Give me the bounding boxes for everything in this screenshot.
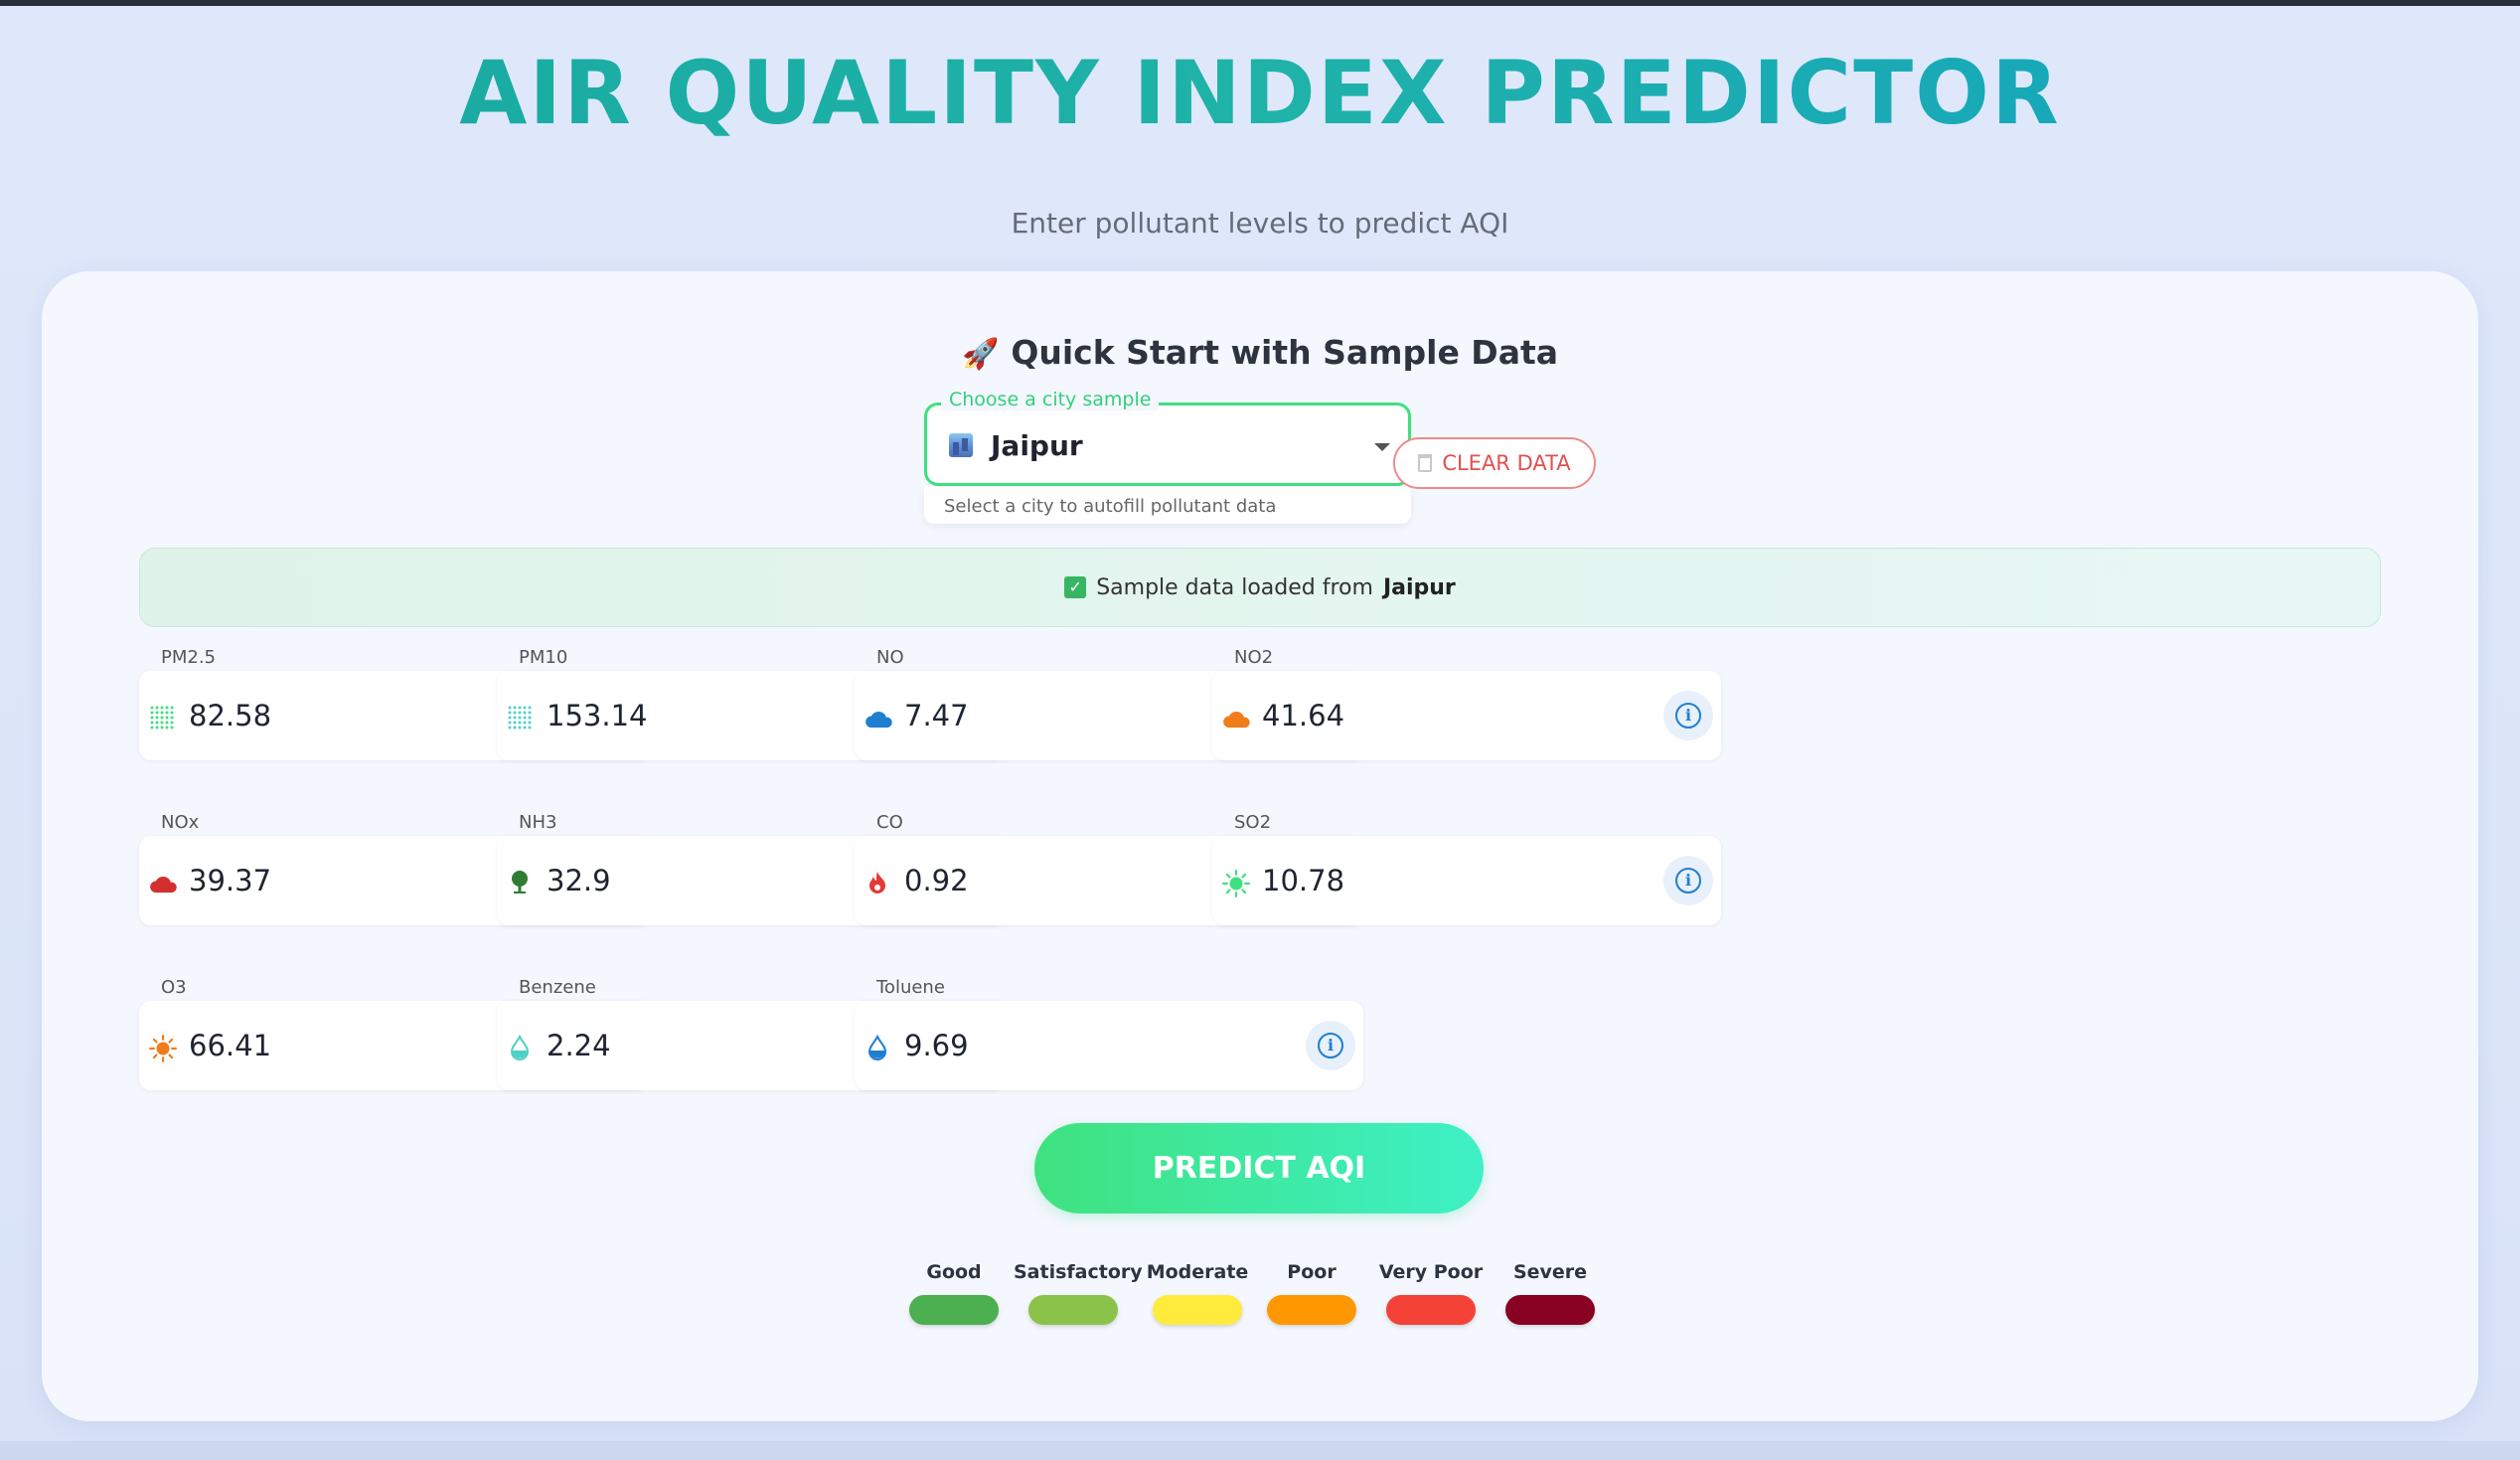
- city-sample-select[interactable]: Choose a city sample Jaipur: [924, 389, 1411, 486]
- sun-icon: [1222, 870, 1250, 897]
- pollutant-label: Benzene: [519, 977, 596, 998]
- cloud-icon: [149, 870, 177, 895]
- aqi-legend-label: Severe: [1512, 1261, 1588, 1283]
- pollutant-input[interactable]: 10.78 i: [1212, 836, 1721, 925]
- pollutant-label: NOx: [161, 812, 200, 833]
- pollutant-field-so2: SO2 10.78 i: [1212, 812, 1721, 925]
- quick-start-title: Quick Start with Sample Data: [1011, 333, 1559, 372]
- pollutant-value: 41.64: [1262, 699, 1345, 732]
- aqi-legend-label: Good: [926, 1261, 982, 1283]
- pollutant-value: 2.24: [547, 1029, 611, 1062]
- drop-icon: [507, 1034, 533, 1060]
- aqi-legend-swatch: [1505, 1295, 1595, 1325]
- checkbox-check-icon: ✓: [1064, 576, 1087, 598]
- pollutant-field-toluene: Toluene 9.69 i: [855, 977, 1363, 1090]
- info-button[interactable]: i: [1663, 691, 1713, 740]
- chevron-down-icon[interactable]: [1374, 443, 1390, 451]
- quick-start-heading: 🚀 Quick Start with Sample Data: [42, 333, 2478, 372]
- pollutant-input[interactable]: 9.69 i: [855, 1001, 1363, 1090]
- pollutant-label: PM10: [519, 647, 568, 668]
- pollutant-label: CO: [876, 812, 903, 833]
- aqi-legend-swatch: [1153, 1295, 1242, 1325]
- cloud-icon: [865, 705, 892, 730]
- aqi-legend-item: Satisfactory: [1014, 1261, 1143, 1325]
- pollutant-label: PM2.5: [161, 647, 217, 668]
- pollutant-label: Toluene: [876, 977, 945, 998]
- pollutant-label: O3: [161, 977, 187, 998]
- top-edge-bar: [0, 0, 2520, 6]
- info-icon: i: [1675, 868, 1701, 893]
- aqi-legend-swatch: [1386, 1295, 1476, 1325]
- info-icon: i: [1675, 703, 1701, 729]
- city-helper-text: Select a city to autofill pollutant data: [944, 496, 1277, 517]
- pollutant-label: NO: [876, 647, 904, 668]
- city-helper: Select a city to autofill pollutant data: [924, 486, 1411, 524]
- predictor-card: 🚀 Quick Start with Sample Data Choose a c…: [42, 271, 2478, 1421]
- sample-loaded-alert: ✓ Sample data loaded from Jaipur: [139, 548, 2381, 627]
- aqi-legend-item: Poor: [1252, 1261, 1371, 1325]
- pollutant-value: 82.58: [189, 699, 272, 732]
- aqi-legend-swatch: [909, 1295, 999, 1325]
- aqi-legend-item: Good: [894, 1261, 1014, 1325]
- predict-aqi-button[interactable]: PREDICT AQI: [1034, 1123, 1484, 1214]
- pollutant-value: 66.41: [189, 1029, 272, 1062]
- drop-icon: [865, 1034, 890, 1060]
- clear-data-button[interactable]: CLEAR DATA: [1393, 437, 1596, 489]
- cloud-icon: [1222, 705, 1250, 730]
- aqi-legend-label: Satisfactory: [1014, 1261, 1143, 1283]
- aqi-legend-item: Severe: [1491, 1261, 1610, 1325]
- pollutant-value: 39.37: [189, 864, 272, 897]
- sun-icon: [149, 1035, 177, 1062]
- page-title: AIR QUALITY INDEX PREDICTOR: [0, 42, 2520, 144]
- pollutant-label: NH3: [519, 812, 557, 833]
- aqi-legend-label: Poor: [1287, 1261, 1337, 1283]
- info-button[interactable]: i: [1663, 856, 1713, 905]
- rocket-icon: 🚀: [961, 337, 1000, 372]
- pollutant-value: 10.78: [1262, 864, 1345, 897]
- alert-city: Jaipur: [1382, 574, 1456, 600]
- pollutant-value: 0.92: [904, 864, 969, 897]
- aqi-legend-swatch: [1267, 1295, 1356, 1325]
- pollutant-value: 32.9: [547, 864, 611, 897]
- city-select-label: Choose a city sample: [941, 389, 1160, 410]
- trash-icon: [1418, 454, 1433, 472]
- pollutant-value: 153.14: [547, 699, 648, 732]
- tree-icon: [507, 870, 533, 895]
- alert-prefix: Sample data loaded from: [1096, 574, 1373, 600]
- info-button[interactable]: i: [1306, 1021, 1355, 1070]
- dots-grid-icon: [149, 705, 175, 730]
- pollutant-field-no2: NO2 41.64 i: [1212, 647, 1721, 760]
- page-subtitle: Enter pollutant levels to predict AQI: [1011, 207, 1509, 240]
- clear-data-label: CLEAR DATA: [1442, 451, 1571, 475]
- pollutant-value: 9.69: [904, 1029, 969, 1062]
- dots-grid-icon: [507, 705, 533, 730]
- city-select-value: Jaipur: [991, 429, 1083, 462]
- aqi-legend-swatch: [1028, 1295, 1118, 1325]
- aqi-legend-item: Very Poor: [1371, 1261, 1491, 1325]
- pollutant-value: 7.47: [904, 699, 969, 732]
- info-icon: i: [1318, 1033, 1343, 1058]
- pollutant-label: SO2: [1234, 812, 1272, 833]
- flame-icon: [865, 870, 890, 895]
- pollutant-label: NO2: [1234, 647, 1274, 668]
- aqi-legend-label: Moderate: [1146, 1261, 1249, 1283]
- pollutant-input[interactable]: 41.64 i: [1212, 671, 1721, 760]
- aqi-legend-label: Very Poor: [1378, 1261, 1484, 1283]
- bottom-edge-band: [0, 1441, 2520, 1460]
- aqi-legend-item: Moderate: [1138, 1261, 1257, 1325]
- city-icon: [949, 433, 973, 457]
